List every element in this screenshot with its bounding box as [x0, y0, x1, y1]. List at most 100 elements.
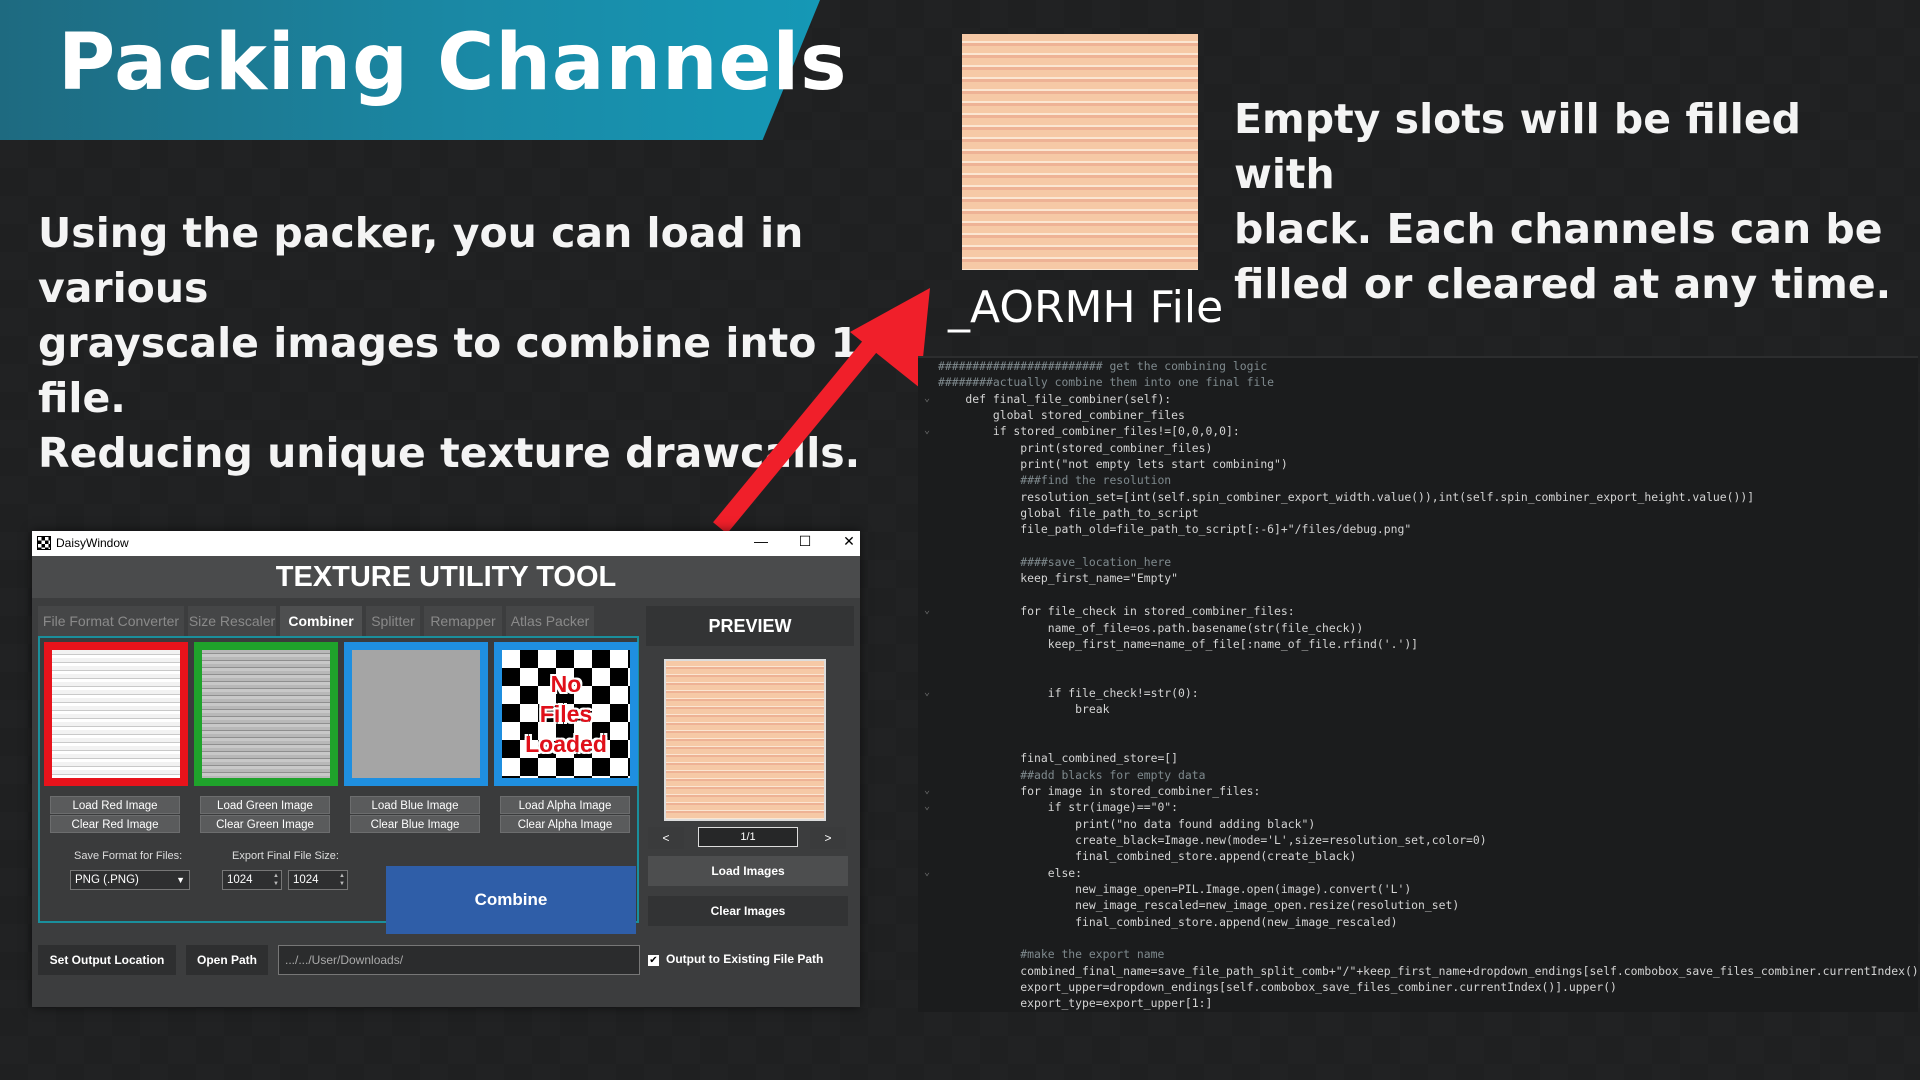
blue-channel-slot[interactable] — [344, 642, 488, 786]
load-blue-button[interactable]: Load Blue Image — [350, 796, 480, 814]
export-width-spinbox[interactable]: 1024 ▲ ▼ — [222, 870, 282, 890]
tab-combiner[interactable]: Combiner — [280, 606, 362, 636]
output-existing-checkbox[interactable]: ✔ — [648, 955, 659, 966]
alpha-channel-slot[interactable]: No Files Loaded — [494, 642, 638, 786]
code-line: ⌄ else: — [924, 865, 1083, 881]
code-line: create_black=Image.new(mode='L',size=res… — [938, 832, 1487, 847]
code-line: ⌄ if str(image)=="0": — [924, 799, 1179, 815]
tab-remapper[interactable]: Remapper — [424, 606, 502, 636]
window-titlebar: DaisyWindow — ☐ ✕ — [32, 531, 860, 556]
fold-chevron-icon[interactable]: ⌄ — [924, 799, 930, 815]
app-title: TEXTURE UTILITY TOOL — [32, 556, 860, 598]
slide-title: Packing Channels — [58, 18, 848, 108]
side-text: Empty slots will be filled with black. E… — [1234, 95, 1892, 308]
preview-image — [664, 659, 826, 821]
code-line: ###find the resolution — [938, 473, 1172, 488]
export-height-spinbox[interactable]: 1024 ▲ ▼ — [288, 870, 348, 890]
code-line: global stored_combiner_files — [938, 408, 1185, 423]
maximize-button[interactable]: ☐ — [790, 533, 820, 550]
output-path-field[interactable]: .../.../User/Downloads/ — [278, 945, 640, 975]
spin-arrows-icon: ▲ ▼ — [339, 873, 345, 887]
code-line: ######################## get the combini… — [938, 359, 1268, 373]
aormh-label: _AORMH File — [948, 282, 1224, 333]
save-format-label: Save Format for Files: — [74, 850, 183, 862]
code-editor: ######################## get the combini… — [918, 356, 1918, 1012]
output-existing-label: Output to Existing File Path — [666, 952, 824, 966]
clear-red-button[interactable]: Clear Red Image — [50, 815, 180, 833]
load-alpha-button[interactable]: Load Alpha Image — [500, 796, 630, 814]
fold-chevron-icon[interactable]: ⌄ — [924, 603, 930, 619]
code-line: final_combined_store=[] — [938, 751, 1179, 766]
red-arrow-icon — [713, 288, 930, 534]
code-line: ⌄ def final_file_combiner(self): — [924, 391, 1172, 407]
fold-chevron-icon[interactable]: ⌄ — [924, 685, 930, 701]
tab-file-format-converter[interactable]: File Format Converter — [38, 606, 184, 636]
code-line: print("no data found adding black") — [938, 816, 1316, 831]
spin-arrows-icon: ▲ ▼ — [273, 873, 279, 887]
code-line: keep_first_name="Empty" — [938, 571, 1179, 586]
code-line: ########actually combine them into one f… — [938, 375, 1275, 390]
code-line: resolution_set=[int(self.spin_combiner_e… — [938, 489, 1755, 504]
code-line: ⌄ for file_check in stored_combiner_file… — [924, 603, 1295, 619]
clear-alpha-button[interactable]: Clear Alpha Image — [500, 815, 630, 833]
code-line: name_of_file=os.path.basename(str(file_c… — [938, 620, 1364, 635]
export-size-label: Export Final File Size: — [232, 850, 339, 862]
code-line: new_image_rescaled=new_image_open.resize… — [938, 898, 1460, 913]
green-channel-image — [202, 650, 330, 778]
fold-chevron-icon[interactable]: ⌄ — [924, 865, 930, 881]
clear-green-button[interactable]: Clear Green Image — [200, 815, 330, 833]
code-line: ####save_location_here — [938, 555, 1172, 570]
code-line: file_path_old=file_path_to_script[:-6]+"… — [938, 522, 1412, 537]
window-title: DaisyWindow — [56, 536, 129, 550]
set-output-location-button[interactable]: Set Output Location — [38, 945, 176, 975]
code-line: keep_first_name=name_of_file[:name_of_fi… — [938, 636, 1419, 651]
load-images-button[interactable]: Load Images — [648, 856, 848, 886]
clear-images-button[interactable]: Clear Images — [648, 896, 848, 926]
red-channel-slot[interactable] — [44, 642, 188, 786]
code-line: break — [938, 702, 1110, 717]
preview-next-button[interactable]: > — [810, 827, 846, 849]
combiner-panel: No Files Loaded Load Red Image Load Gree… — [38, 636, 639, 934]
code-line: final_combined_store.append(new_image_re… — [938, 914, 1398, 929]
code-line: combined_final_name=save_file_path_split… — [938, 963, 1918, 978]
code-line: new_image_open=PIL.Image.open(image).con… — [938, 882, 1412, 896]
combine-button[interactable]: Combine — [386, 866, 636, 934]
daisy-window: DaisyWindow — ☐ ✕ TEXTURE UTILITY TOOL F… — [32, 531, 860, 1007]
green-channel-slot[interactable] — [194, 642, 338, 786]
code-line: export_upper=dropdown_endings[self.combo… — [938, 980, 1617, 995]
preview-page-field[interactable]: 1/1 — [698, 827, 798, 847]
tab-splitter[interactable]: Splitter — [366, 606, 420, 636]
no-files-loaded-text: No Files Loaded — [525, 671, 607, 757]
fold-chevron-icon[interactable]: ⌄ — [924, 783, 930, 799]
preview-prev-button[interactable]: < — [648, 827, 684, 849]
save-format-select[interactable]: PNG (.PNG) ▼ — [70, 870, 190, 890]
minimize-button[interactable]: — — [746, 533, 776, 549]
fold-chevron-icon[interactable]: ⌄ — [924, 423, 930, 439]
fold-chevron-icon[interactable]: ⌄ — [924, 391, 930, 407]
tab-size-rescaler[interactable]: Size Rescaler — [188, 606, 276, 636]
clear-blue-button[interactable]: Clear Blue Image — [350, 815, 480, 833]
dropdown-arrow-icon: ▼ — [176, 875, 185, 885]
alpha-channel-image: No Files Loaded — [502, 650, 630, 778]
code-line: print(stored_combiner_files) — [938, 440, 1213, 455]
blue-channel-image — [352, 650, 480, 778]
tab-atlas-packer[interactable]: Atlas Packer — [506, 606, 594, 636]
load-green-button[interactable]: Load Green Image — [200, 796, 330, 814]
open-path-button[interactable]: Open Path — [186, 945, 268, 975]
app-icon — [37, 536, 51, 550]
load-red-button[interactable]: Load Red Image — [50, 796, 180, 814]
code-line: ⌄ for image in stored_combiner_files: — [924, 783, 1261, 799]
code-line: print("not empty lets start combining") — [938, 457, 1288, 472]
preview-title: PREVIEW — [646, 606, 854, 646]
code-line: final_combined_store.append(create_black… — [938, 849, 1357, 864]
code-line: global file_path_to_script — [938, 506, 1199, 521]
code-line: #make the export name — [938, 947, 1165, 962]
close-button[interactable]: ✕ — [834, 533, 864, 550]
